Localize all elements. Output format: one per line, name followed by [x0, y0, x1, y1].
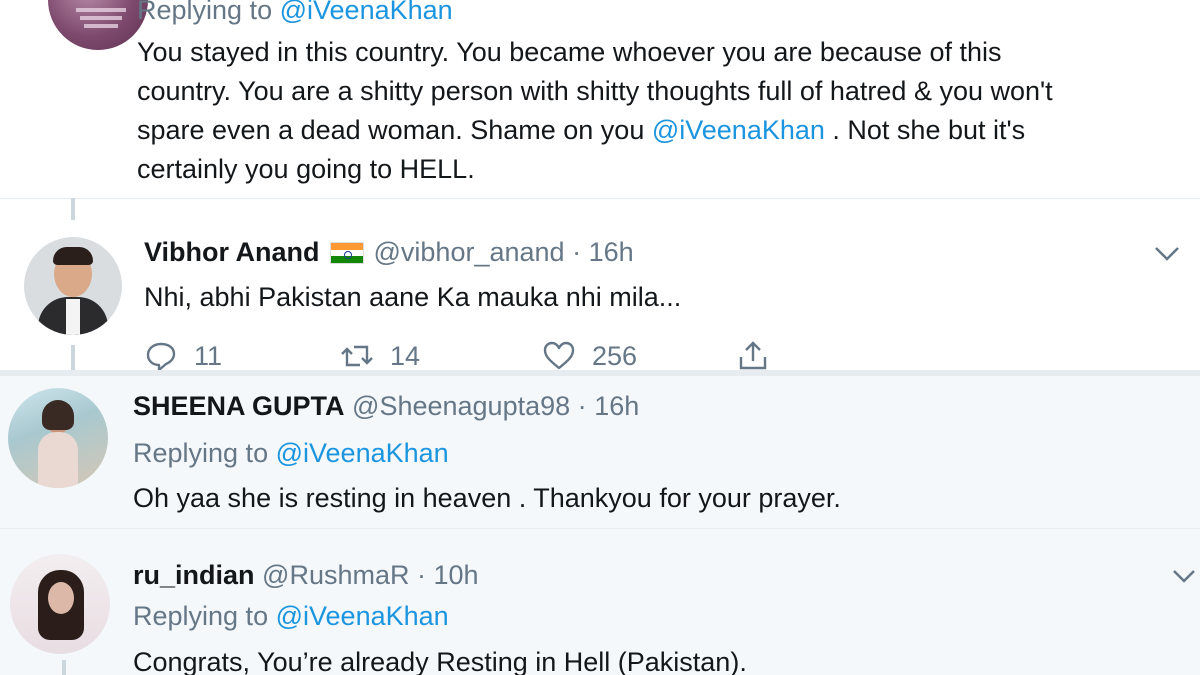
timestamp[interactable]: 16h [594, 391, 639, 421]
reply-action[interactable]: 11 [144, 339, 222, 373]
chevron-down-icon[interactable] [1170, 565, 1198, 587]
heart-icon [543, 341, 575, 370]
avatar[interactable] [24, 237, 122, 335]
replying-to: Replying to @iVeenaKhan [133, 438, 449, 469]
handle[interactable]: @Sheenagupta98 [352, 391, 570, 421]
nested-reply[interactable]: Vibhor Anand @vibhor_anand · 16h Nhi, abh… [0, 198, 1200, 373]
replying-handle-link[interactable]: @iVeenaKhan [280, 0, 453, 25]
tweet-header: Vibhor Anand @vibhor_anand · 16h [144, 237, 634, 268]
share-icon [739, 341, 767, 370]
tweet-text-line: spare even a dead woman. Shame on you [137, 115, 652, 145]
tweet-text: Nhi, abhi Pakistan aane Ka mauka nhi mil… [144, 282, 682, 312]
replying-handle-link[interactable]: @iVeenaKhan [276, 601, 449, 631]
share-action[interactable] [736, 339, 770, 373]
separator: · [417, 560, 426, 590]
tweet-text: You stayed in this country. You became w… [137, 33, 1097, 189]
timestamp[interactable]: 16h [589, 237, 634, 267]
retweet-icon [341, 345, 373, 367]
mention-link[interactable]: @iVeenaKhan [652, 115, 825, 145]
tweet-header: ru_indian @RushmaR · 10h [133, 560, 479, 591]
timestamp[interactable]: 10h [434, 560, 479, 590]
replying-to: Replying to @iVeenaKhan [133, 601, 449, 632]
tweet-text-line: country. You are a shitty person with sh… [137, 76, 1053, 106]
display-name[interactable]: SHEENA GUPTA [133, 391, 345, 421]
reply-count: 11 [194, 340, 223, 371]
retweet-count: 14 [390, 340, 421, 371]
handle[interactable]: @vibhor_anand [374, 237, 565, 267]
tweet-text-line: You stayed in this country. You became w… [137, 37, 1002, 67]
separator: · [577, 391, 587, 421]
thread-line [71, 198, 75, 220]
avatar[interactable] [8, 388, 108, 488]
replying-to: Replying to @iVeenaKhan [137, 0, 453, 26]
retweet-action[interactable]: 14 [340, 339, 420, 373]
reply-icon [146, 342, 176, 372]
tweet-top: Replying to @iVeenaKhan You stayed in th… [0, 0, 1200, 195]
separator: · [572, 237, 582, 267]
replying-prefix: Replying to [133, 601, 269, 631]
tweet-sheena[interactable]: SHEENA GUPTA @Sheenagupta98 · 16h Replyi… [0, 376, 1200, 528]
avatar[interactable] [48, 0, 148, 50]
avatar[interactable] [10, 554, 110, 654]
tweet-text: Oh yaa she is resting in heaven . Thanky… [133, 483, 841, 513]
tweet-header: SHEENA GUPTA @Sheenagupta98 · 16h [133, 391, 639, 422]
chevron-down-icon[interactable] [1152, 241, 1182, 265]
replying-handle-link[interactable]: @iVeenaKhan [276, 438, 449, 468]
display-name[interactable]: Vibhor Anand [144, 237, 320, 267]
like-count: 256 [592, 340, 638, 371]
replying-prefix: Replying to [137, 0, 273, 25]
like-action[interactable]: 256 [542, 339, 637, 373]
replying-prefix: Replying to [133, 438, 269, 468]
handle[interactable]: @RushmaR [262, 560, 409, 590]
india-flag-icon [329, 242, 364, 264]
display-name[interactable]: ru_indian [133, 560, 255, 590]
tweet-text-line: certainly you going to HELL. [137, 154, 475, 184]
tweet-text: Congrats, You’re already Resting in Hell… [133, 647, 747, 675]
thread-line [62, 660, 66, 675]
tweet-rushma[interactable]: ru_indian @RushmaR · 10h Replying to @iV… [0, 528, 1200, 675]
tweet-text-line: . Not she but it's [824, 115, 1026, 145]
